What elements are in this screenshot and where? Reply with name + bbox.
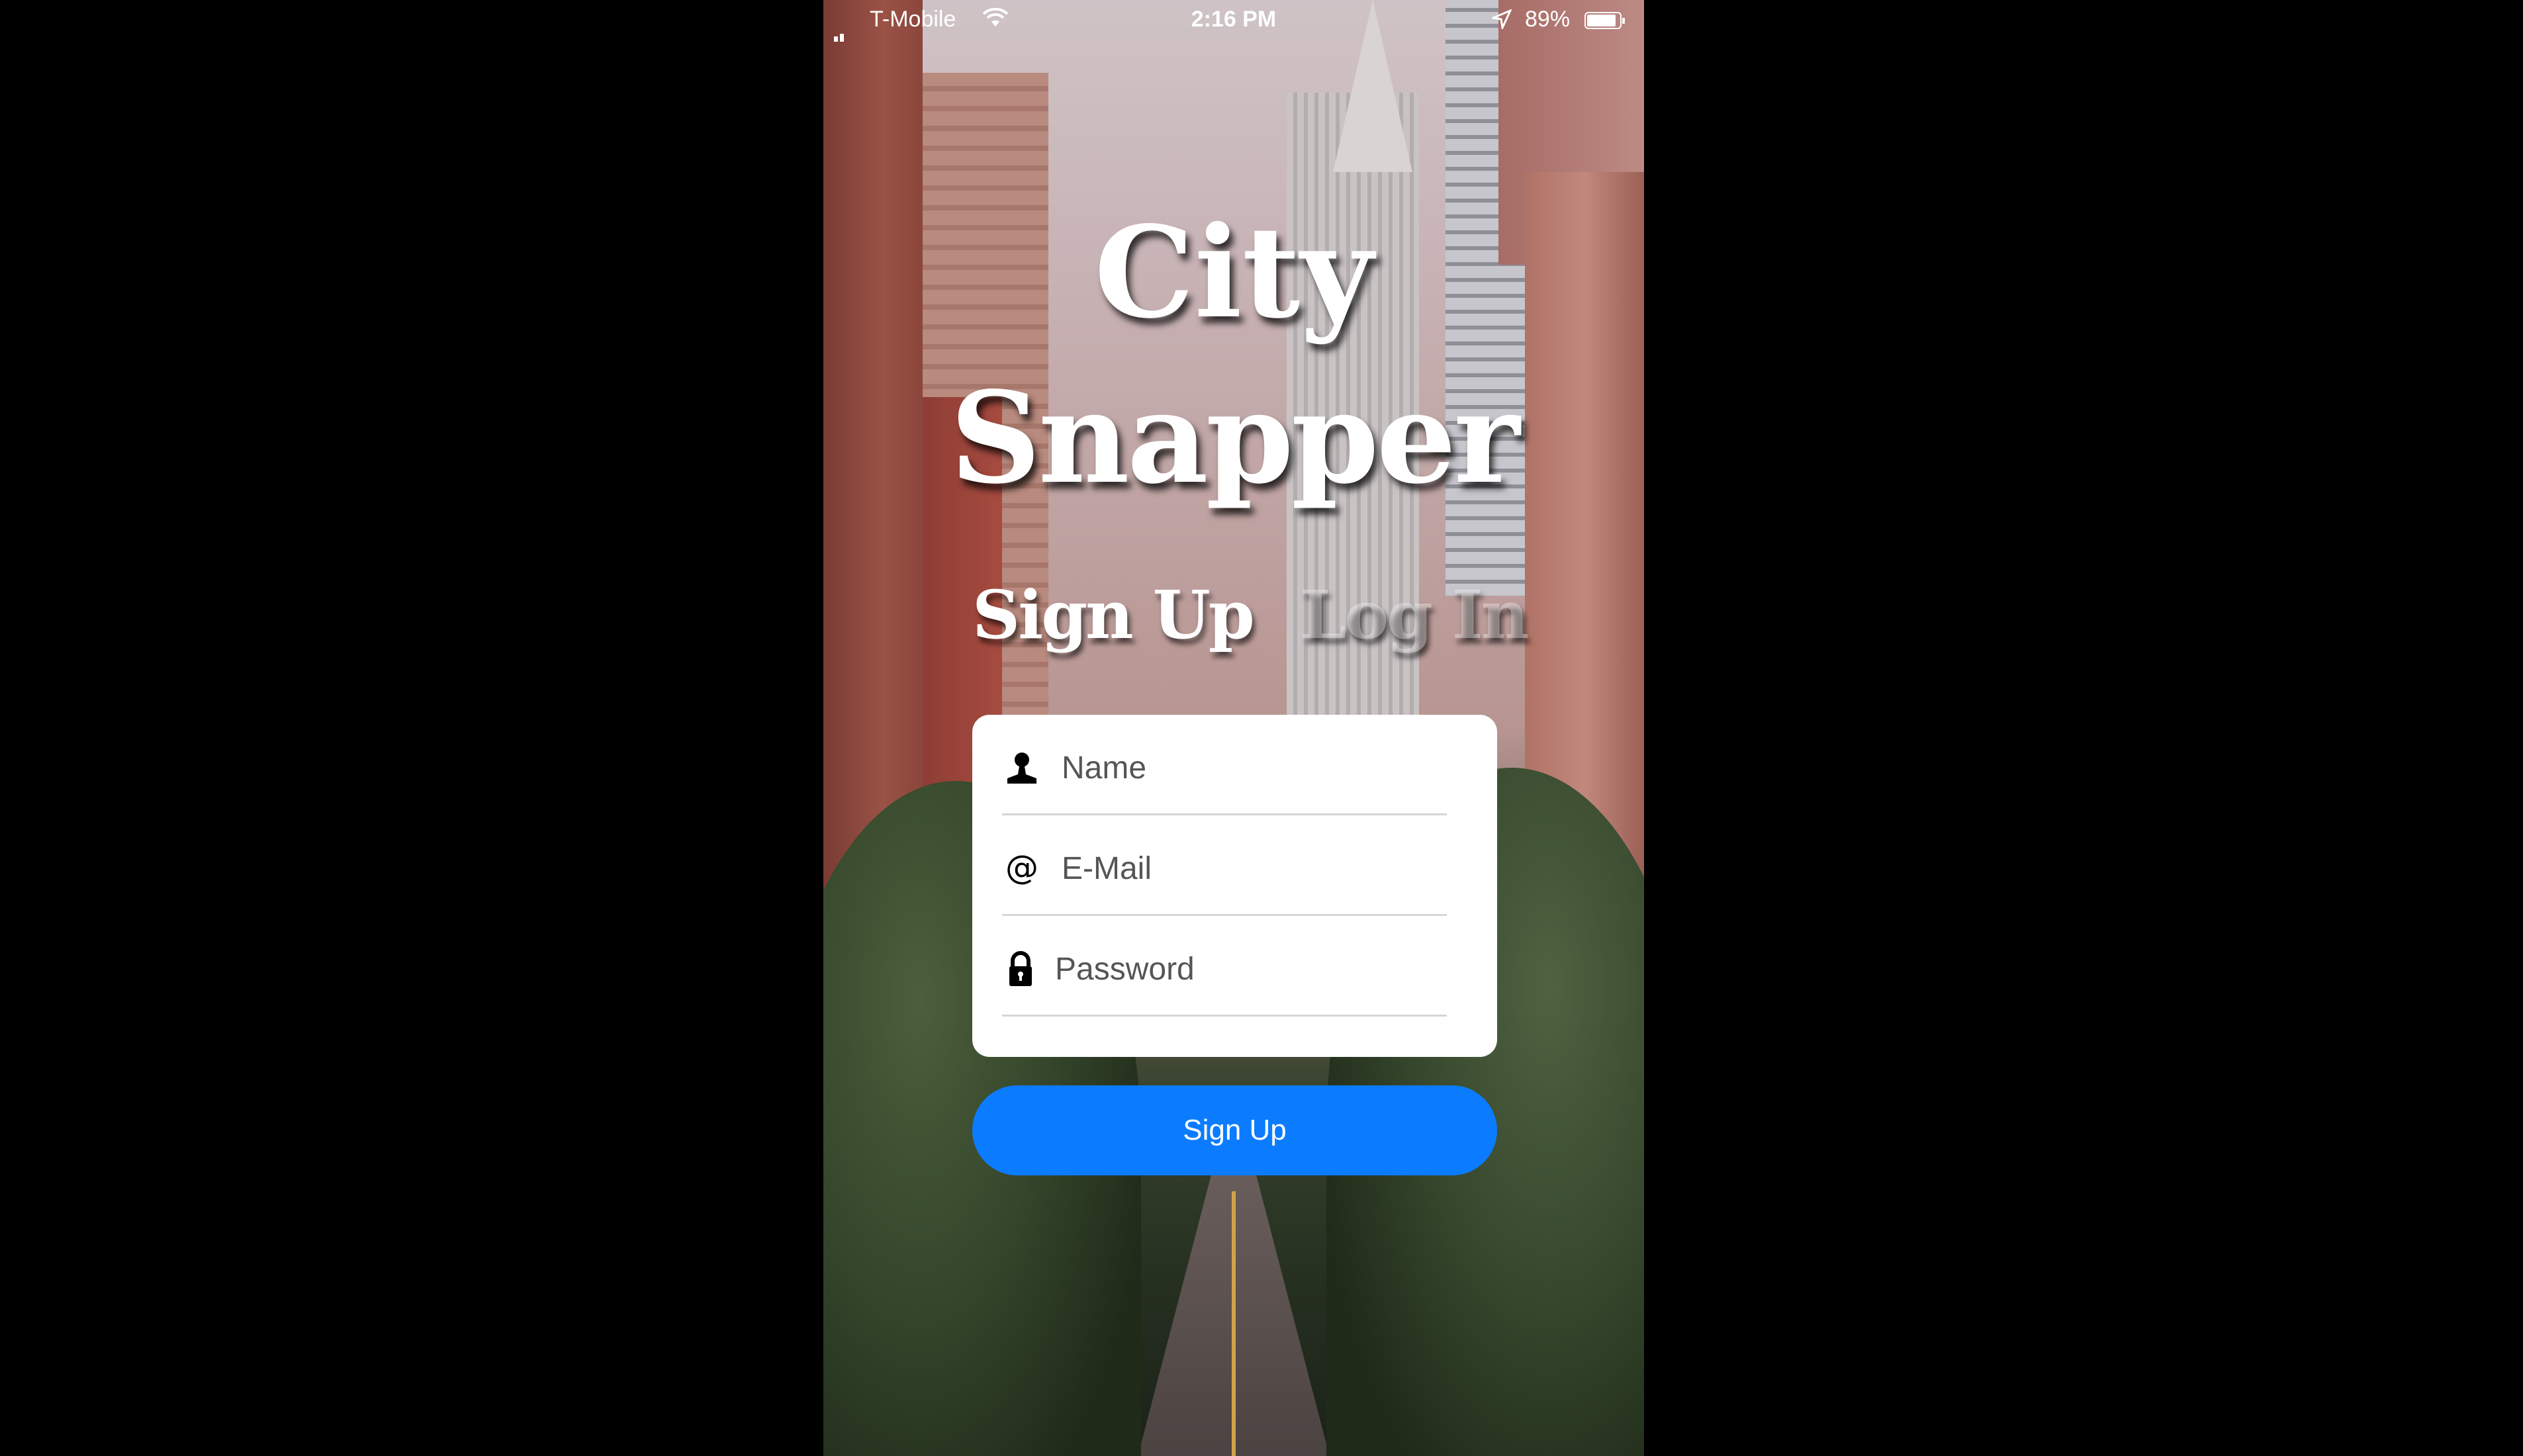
status-bar: T-Mobile 2:16 PM 89% (823, 0, 1644, 42)
name-field (1002, 715, 1447, 815)
email-input[interactable] (1062, 842, 1432, 895)
name-input[interactable] (1062, 741, 1432, 794)
email-field: @ (1002, 815, 1447, 916)
signup-form-card: @ (972, 715, 1497, 1057)
battery-icon (1584, 12, 1625, 29)
status-time: 2:16 PM (1191, 7, 1277, 32)
tab-log-in[interactable]: Log In (1300, 576, 1529, 654)
app-title-line1: City (1094, 199, 1373, 346)
svg-text:@: @ (1005, 848, 1038, 887)
person-icon (1007, 752, 1036, 784)
password-input[interactable] (1055, 942, 1426, 995)
at-icon: @ (1005, 848, 1038, 887)
tab-sign-up[interactable]: Sign Up (972, 576, 1255, 654)
location-icon (1492, 9, 1512, 29)
street-line (1232, 1191, 1236, 1456)
lock-icon (1009, 951, 1032, 986)
sign-up-button[interactable]: Sign Up (972, 1085, 1497, 1175)
phone-screen: T-Mobile 2:16 PM 89% City Snapper Sign U… (823, 0, 1644, 1456)
battery-percent: 89% (1525, 7, 1571, 32)
password-field (1002, 916, 1447, 1017)
app-title-line2: Snapper (950, 364, 1520, 512)
